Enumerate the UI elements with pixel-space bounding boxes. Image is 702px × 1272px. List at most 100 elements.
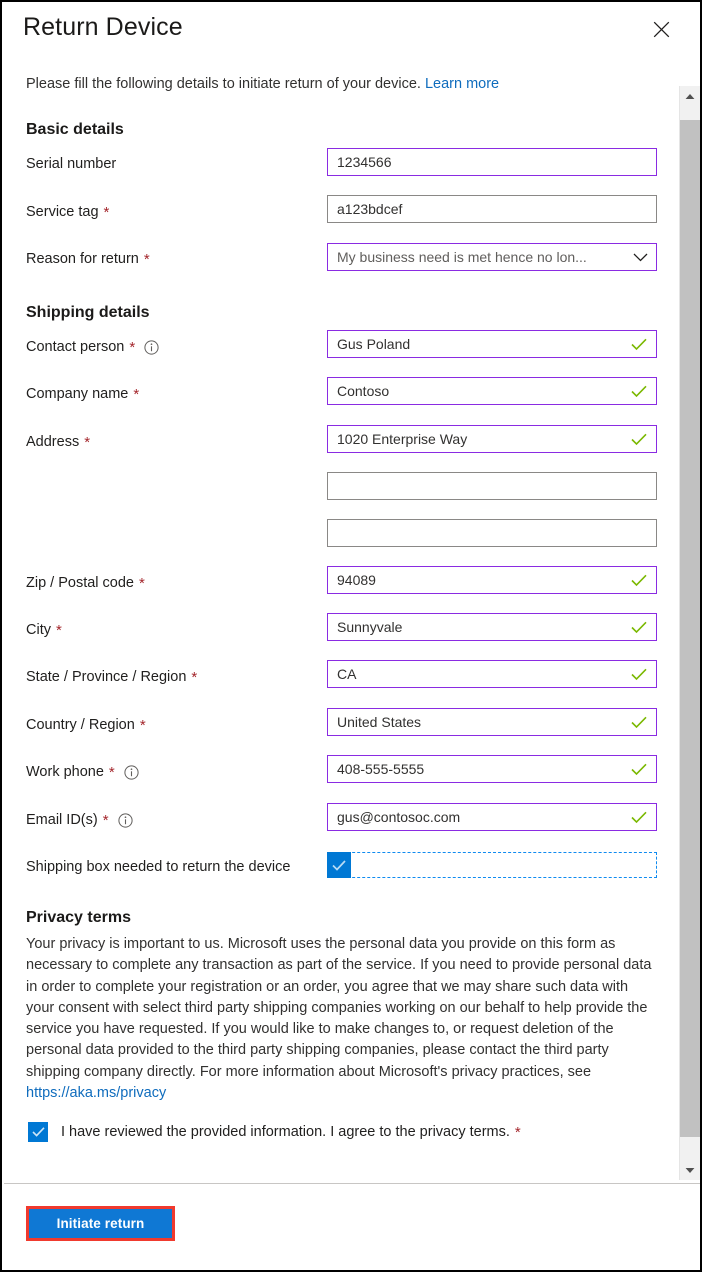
shipping-box-checkbox[interactable] xyxy=(327,852,351,878)
privacy-policy-link[interactable]: https://aka.ms/privacy xyxy=(26,1085,166,1101)
close-icon xyxy=(653,21,670,38)
required-asterisk: * xyxy=(129,338,136,356)
label-city: City * xyxy=(26,620,62,640)
info-icon[interactable] xyxy=(117,812,133,828)
label-reason-for-return: Reason for return * xyxy=(26,249,150,269)
required-asterisk: * xyxy=(84,433,91,451)
scrollbar-thumb[interactable] xyxy=(680,120,700,1137)
zip-postal-code-input[interactable]: 94089 xyxy=(327,566,657,594)
initiate-return-button[interactable]: Initiate return xyxy=(29,1209,172,1238)
valid-check-icon xyxy=(631,668,647,681)
intro-sentence: Please fill the following details to ini… xyxy=(26,76,421,92)
return-device-dialog: Return Device Please fill the following … xyxy=(0,0,702,1272)
consent-row: I have reviewed the provided information… xyxy=(28,1122,521,1142)
label-zip-postal-code: Zip / Postal code * xyxy=(26,573,145,593)
contact-person-input[interactable]: Gus Poland xyxy=(327,330,657,358)
label-text: Contact person xyxy=(26,339,125,355)
required-asterisk: * xyxy=(191,668,198,686)
label-text: Country / Region xyxy=(26,717,135,733)
section-title-shipping: Shipping details xyxy=(26,304,150,321)
required-asterisk: * xyxy=(133,385,140,403)
label-text: Reason for return xyxy=(26,251,139,267)
section-title-privacy: Privacy terms xyxy=(26,909,131,926)
country-region-input[interactable]: United States xyxy=(327,708,657,736)
label-address: Address * xyxy=(26,432,90,452)
valid-check-icon xyxy=(631,574,647,587)
city-input[interactable]: Sunnyvale xyxy=(327,613,657,641)
checkmark-icon xyxy=(332,859,346,871)
zip-postal-code-value: 94089 xyxy=(337,572,376,588)
work-phone-value: 408-555-5555 xyxy=(337,761,425,777)
dialog-body: Please fill the following details to ini… xyxy=(4,64,684,1182)
required-asterisk: * xyxy=(55,621,62,639)
scroll-down-button[interactable] xyxy=(680,1160,700,1180)
dialog-footer: Initiate return xyxy=(4,1183,700,1270)
intro-text: Please fill the following details to ini… xyxy=(26,76,499,92)
scroll-up-button[interactable] xyxy=(680,86,700,106)
label-text: Serial number xyxy=(26,156,117,172)
shipping-box-row: Shipping box needed to return the device xyxy=(26,853,290,881)
email-ids-input[interactable]: gus@contosoc.com xyxy=(327,803,657,831)
label-text: Company name xyxy=(26,386,129,402)
address-line1-value: 1020 Enterprise Way xyxy=(337,431,468,447)
serial-number-value: 1234566 xyxy=(337,154,392,170)
label-email-ids: Email ID(s) * xyxy=(26,810,133,830)
privacy-consent-label: I have reviewed the provided information… xyxy=(61,1124,521,1140)
dialog-header: Return Device xyxy=(2,2,700,62)
shipping-box-focus-outline xyxy=(327,852,657,878)
vertical-scrollbar[interactable] xyxy=(679,86,700,1180)
label-serial-number: Serial number xyxy=(26,154,116,174)
reason-for-return-value: My business need is met hence no lon... xyxy=(337,249,587,265)
address-line1-input[interactable]: 1020 Enterprise Way xyxy=(327,425,657,453)
company-name-input[interactable]: Contoso xyxy=(327,377,657,405)
shipping-box-label: Shipping box needed to return the device xyxy=(26,859,291,875)
required-asterisk: * xyxy=(108,763,115,781)
chevron-down-icon xyxy=(633,253,648,262)
serial-number-input[interactable]: 1234566 xyxy=(327,148,657,176)
page-title: Return Device xyxy=(23,13,183,41)
address-line3-input[interactable] xyxy=(327,519,657,547)
valid-check-icon xyxy=(631,763,647,776)
valid-check-icon xyxy=(631,433,647,446)
address-line2-input[interactable] xyxy=(327,472,657,500)
contact-person-value: Gus Poland xyxy=(337,336,411,352)
label-contact-person: Contact person * xyxy=(26,337,159,357)
label-text: Zip / Postal code xyxy=(26,575,134,591)
company-name-value: Contoso xyxy=(337,383,390,399)
state-province-region-input[interactable]: CA xyxy=(327,660,657,688)
work-phone-input[interactable]: 408-555-5555 xyxy=(327,755,657,783)
required-asterisk: * xyxy=(139,574,145,592)
privacy-body: Your privacy is important to us. Microso… xyxy=(26,936,652,1080)
valid-check-icon xyxy=(631,716,647,729)
label-work-phone: Work phone * xyxy=(26,762,139,782)
privacy-terms-text: Your privacy is important to us. Microso… xyxy=(26,934,654,1104)
info-icon[interactable] xyxy=(144,339,159,355)
email-ids-value: gus@contosoc.com xyxy=(337,809,461,825)
label-text: State / Province / Region xyxy=(26,669,187,685)
close-button[interactable] xyxy=(643,11,679,47)
label-country-region: Country / Region * xyxy=(26,715,146,735)
label-text: Service tag xyxy=(26,204,99,220)
label-text: Email ID(s) xyxy=(26,812,98,828)
service-tag-value: a123bdcef xyxy=(337,201,403,217)
country-region-value: United States xyxy=(337,714,422,730)
reason-for-return-select[interactable]: My business need is met hence no lon... xyxy=(327,243,657,271)
section-title-basic: Basic details xyxy=(26,121,124,138)
label-text: City xyxy=(26,622,51,638)
city-value: Sunnyvale xyxy=(337,619,403,635)
valid-check-icon xyxy=(631,338,647,351)
required-asterisk: * xyxy=(143,250,150,268)
label-text: Work phone xyxy=(26,764,104,780)
valid-check-icon xyxy=(631,385,647,398)
privacy-consent-checkbox[interactable] xyxy=(28,1122,48,1142)
consent-text: I have reviewed the provided information… xyxy=(61,1124,510,1140)
learn-more-link[interactable]: Learn more xyxy=(425,76,499,92)
label-text: Address xyxy=(26,434,80,450)
service-tag-input[interactable]: a123bdcef xyxy=(327,195,657,223)
checkmark-icon xyxy=(31,1127,45,1137)
chevron-up-icon xyxy=(685,87,695,105)
info-icon[interactable] xyxy=(124,764,139,780)
required-asterisk: * xyxy=(103,203,110,221)
valid-check-icon xyxy=(631,621,647,634)
valid-check-icon xyxy=(631,811,647,824)
